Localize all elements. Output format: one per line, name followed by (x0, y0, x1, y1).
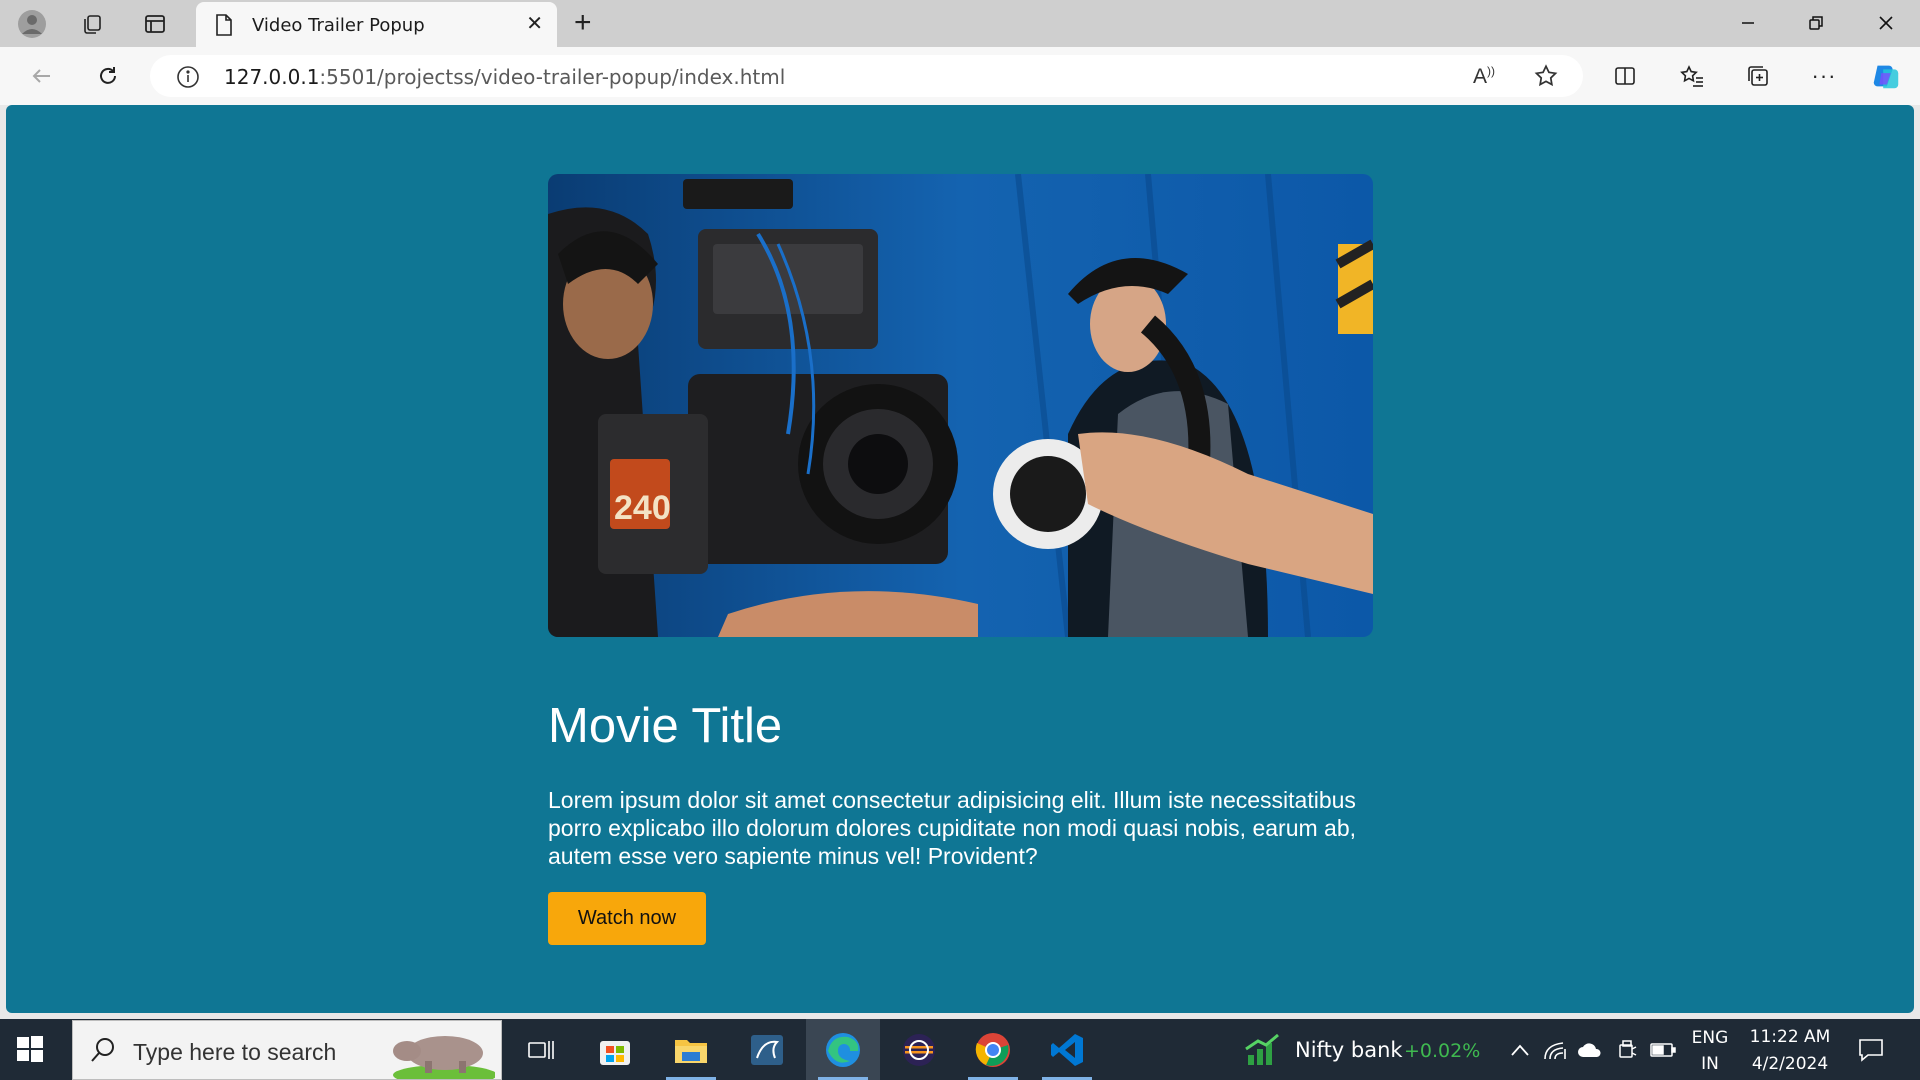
movie-title: Movie Title (548, 699, 783, 753)
watch-now-button[interactable]: Watch now (548, 892, 706, 945)
tab-title: Video Trailer Popup (252, 15, 425, 36)
collections-icon[interactable] (1742, 60, 1774, 92)
search-icon (89, 1036, 117, 1069)
profile-icon[interactable] (16, 8, 48, 40)
chrome-icon[interactable] (956, 1019, 1030, 1080)
taskbar: Type here to search Nifty bank +0.02% EN… (0, 1019, 1920, 1080)
svg-text:240: 240 (614, 489, 671, 527)
meet-now-icon[interactable] (1614, 1037, 1640, 1063)
task-view-icon[interactable] (504, 1019, 578, 1080)
favorite-star-icon[interactable] (1533, 63, 1559, 94)
movie-description: Lorem ipsum dolor sit amet consectetur a… (548, 787, 1357, 869)
page-icon (214, 13, 234, 42)
microsoft-store-icon[interactable] (578, 1019, 652, 1080)
show-hidden-icons-icon[interactable] (1507, 1037, 1533, 1063)
favorites-icon[interactable] (1676, 60, 1708, 92)
widget-change: +0.02% (1404, 1040, 1481, 1062)
widget-label[interactable]: Nifty bank (1295, 1038, 1403, 1062)
clock-time[interactable]: 11:22 AM (1745, 1027, 1835, 1047)
split-screen-icon[interactable] (1609, 60, 1641, 92)
copilot-icon[interactable] (1870, 60, 1902, 92)
url-text[interactable]: 127.0.0.1:5501/projectss/video-trailer-p… (224, 65, 785, 89)
more-options-icon[interactable]: ··· (1808, 60, 1840, 92)
close-window-icon[interactable] (1866, 8, 1906, 38)
restore-icon[interactable] (1796, 8, 1836, 38)
vscode-icon[interactable] (1030, 1019, 1104, 1080)
browser-toolbar: 127.0.0.1:5501/projectss/video-trailer-p… (0, 47, 1920, 105)
search-placeholder: Type here to search (133, 1039, 337, 1065)
close-tab-icon[interactable]: ✕ (526, 14, 543, 34)
back-icon[interactable] (26, 60, 58, 92)
mysql-workbench-icon[interactable] (730, 1019, 804, 1080)
tab-strip: Video Trailer Popup ✕ + (0, 0, 1920, 47)
network-icon[interactable] (1542, 1037, 1568, 1063)
address-bar[interactable]: 127.0.0.1:5501/projectss/video-trailer-p… (150, 55, 1583, 97)
battery-icon[interactable] (1650, 1037, 1676, 1063)
page-content: 240 Movie Title Lorem ipsum dolor sit am… (6, 105, 1914, 1013)
taskbar-search[interactable]: Type here to search (72, 1020, 502, 1080)
tab-actions-icon[interactable] (139, 8, 171, 40)
stock-chart-icon[interactable] (1244, 1033, 1284, 1072)
file-explorer-icon[interactable] (654, 1019, 728, 1080)
clock-date[interactable]: 4/2/2024 (1745, 1054, 1835, 1074)
language-line1[interactable]: ENG (1690, 1028, 1730, 1048)
notifications-icon[interactable] (1858, 1037, 1884, 1063)
search-highlight-image (385, 1023, 497, 1080)
tab-active[interactable]: Video Trailer Popup ✕ (196, 2, 557, 47)
hero-image: 240 (548, 174, 1373, 637)
workspaces-icon[interactable] (76, 8, 108, 40)
windows-start-icon[interactable] (16, 1035, 44, 1068)
minimize-icon[interactable] (1728, 8, 1768, 38)
site-info-icon[interactable] (176, 65, 200, 94)
onedrive-icon[interactable] (1577, 1037, 1603, 1063)
new-tab-icon[interactable]: + (574, 8, 592, 38)
read-aloud-icon[interactable]: A)) (1473, 64, 1495, 89)
refresh-icon[interactable] (92, 60, 124, 92)
language-line2[interactable]: IN (1690, 1054, 1730, 1074)
edge-browser-icon[interactable] (806, 1019, 880, 1080)
eclipse-icon[interactable] (882, 1019, 956, 1080)
